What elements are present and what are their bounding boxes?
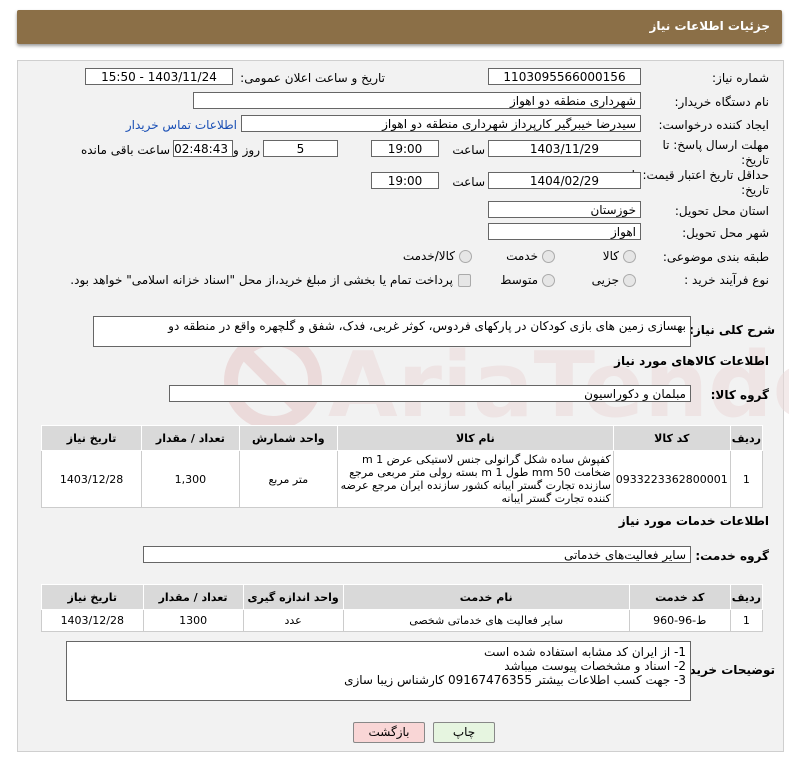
- goods-col-row: ردیف: [729, 425, 764, 451]
- category-both-radio[interactable]: [459, 250, 472, 263]
- back-button[interactable]: بازگشت: [353, 722, 425, 743]
- goods-cell-date: 1403/12/28: [40, 450, 143, 508]
- process-minor-radio[interactable]: [623, 274, 636, 287]
- process-minor-label: جزیی: [591, 273, 619, 287]
- announce-label: تاریخ و ساعت اعلان عمومی:: [240, 71, 385, 85]
- goods-col-qty: تعداد / مقدار: [141, 425, 240, 451]
- process-label: نوع فرآیند خرید :: [684, 273, 769, 287]
- goods-col-code: کد کالا: [612, 425, 731, 451]
- goods-group-field[interactable]: مبلمان و دکوراسیون: [169, 385, 691, 402]
- goods-cell-row: 1: [729, 450, 764, 508]
- deadline-time-field[interactable]: 19:00: [371, 140, 439, 157]
- deadline-label: مهلت ارسال پاسخ: تا: [662, 138, 769, 152]
- buyer-org-field[interactable]: شهرداری منطقه دو اهواز: [193, 92, 641, 109]
- treasury-payment-checkbox[interactable]: [458, 274, 471, 287]
- goods-col-unit: واحد شمارش: [238, 425, 338, 451]
- table-row[interactable]: 1 ط-96-960 سایر فعالیت های خدماتی شخصی ع…: [41, 609, 764, 632]
- page-title: جزئیات اطلاعات نیاز: [649, 19, 770, 33]
- buyer-note-line: 1- از ایران کد مشابه استفاده شده است: [484, 645, 686, 659]
- services-group-label: گروه خدمت:: [695, 549, 769, 563]
- services-col-row: ردیف: [729, 584, 764, 610]
- category-both-label: کالا/خدمت: [402, 249, 455, 263]
- goods-table-header: ردیف کد کالا نام کالا واحد شمارش تعداد /…: [40, 425, 764, 451]
- goods-cell-code: 0933223362800001: [612, 450, 731, 508]
- province-field[interactable]: خوزستان: [488, 201, 641, 218]
- goods-cell-name: کفپوش ساده شکل گرانولی جنس لاستیکی عرض 1…: [336, 450, 614, 508]
- need-number-label: شماره نیاز:: [712, 71, 769, 85]
- buyer-notes-field[interactable]: 1- از ایران کد مشابه استفاده شده است 2- …: [66, 641, 691, 701]
- buyer-org-label: نام دستگاه خریدار:: [674, 95, 770, 109]
- services-cell-row: 1: [729, 609, 764, 632]
- contact-info-link[interactable]: اطلاعات تماس خریدار: [126, 118, 237, 132]
- category-service-label: خدمت: [506, 249, 538, 263]
- creator-label: ایجاد کننده درخواست:: [658, 118, 769, 132]
- description-label: شرح کلی نیاز:: [689, 323, 775, 337]
- services-cell-unit: عدد: [242, 609, 344, 632]
- goods-col-date: تاریخ نیاز: [40, 425, 143, 451]
- validity-label: حداقل تاریخ اعتبار قیمت: تا: [631, 168, 769, 182]
- page: جزئیات اطلاعات نیاز AriaTender.neT شماره…: [2, 0, 789, 757]
- creator-field[interactable]: سیدرضا خیبرگیر کارپرداز شهرداری منطقه دو…: [241, 115, 641, 132]
- services-col-code: کد خدمت: [628, 584, 731, 610]
- deadline-time-label: ساعت: [452, 143, 485, 157]
- city-label: شهر محل تحویل:: [682, 226, 769, 240]
- need-number-field[interactable]: 1103095566000156: [488, 68, 641, 85]
- days-remaining-field[interactable]: 5: [263, 140, 338, 157]
- remaining-time-field[interactable]: 02:48:43: [173, 140, 233, 157]
- description-field[interactable]: بهسازی زمین های بازی کودکان در پارکهای ف…: [93, 316, 691, 347]
- days-label: روز و: [233, 143, 260, 157]
- services-cell-date: 1403/12/28: [41, 609, 144, 632]
- remaining-time-label: ساعت باقی مانده: [80, 143, 170, 157]
- city-field[interactable]: اهواز: [488, 223, 641, 240]
- table-row[interactable]: 1 0933223362800001 کفپوش ساده شکل گرانول…: [40, 450, 764, 508]
- province-label: استان محل تحویل:: [674, 204, 769, 218]
- deadline-date-field[interactable]: 1403/11/29: [488, 140, 641, 157]
- category-goods-radio[interactable]: [623, 250, 636, 263]
- validity-time-field[interactable]: 19:00: [371, 172, 439, 189]
- validity-label-date: تاریخ:: [741, 183, 769, 197]
- category-label: طبقه بندی موضوعی:: [662, 250, 769, 264]
- services-cell-qty: 1300: [142, 609, 244, 632]
- services-section-title: اطلاعات خدمات مورد نیاز: [618, 514, 769, 528]
- announce-field[interactable]: 1403/11/24 - 15:50: [85, 68, 233, 85]
- buyer-note-line: 2- اسناد و مشخصات پیوست میباشد: [504, 659, 686, 673]
- process-medium-label: متوسط: [500, 273, 538, 287]
- validity-time-label: ساعت: [452, 175, 485, 189]
- services-cell-name: سایر فعالیت های خدماتی شخصی: [342, 609, 630, 632]
- validity-date-field[interactable]: 1404/02/29: [488, 172, 641, 189]
- buyer-note-line: 3- جهت کسب اطلاعات بیشتر 09167476355 کار…: [344, 673, 686, 687]
- goods-group-label: گروه کالا:: [710, 388, 769, 402]
- category-service-radio[interactable]: [542, 250, 555, 263]
- goods-cell-qty: 1,300: [141, 450, 240, 508]
- services-table-header: ردیف کد خدمت نام خدمت واحد اندازه گیری ت…: [41, 584, 764, 610]
- goods-table: ردیف کد کالا نام کالا واحد شمارش تعداد /…: [40, 425, 764, 508]
- treasury-payment-note: پرداخت تمام یا بخشی از مبلغ خرید،از محل …: [70, 273, 453, 287]
- services-table: ردیف کد خدمت نام خدمت واحد اندازه گیری ت…: [41, 584, 764, 632]
- services-col-date: تاریخ نیاز: [41, 584, 144, 610]
- services-group-field[interactable]: سایر فعالیت‌های خدماتی: [143, 546, 691, 563]
- category-goods-label: کالا: [602, 249, 619, 263]
- services-col-qty: تعداد / مقدار: [142, 584, 244, 610]
- services-col-name: نام خدمت: [342, 584, 630, 610]
- goods-cell-unit: متر مربع: [238, 450, 338, 508]
- goods-col-name: نام کالا: [336, 425, 614, 451]
- process-medium-radio[interactable]: [542, 274, 555, 287]
- deadline-label-date: تاریخ:: [741, 153, 769, 167]
- print-button[interactable]: چاپ: [433, 722, 495, 743]
- services-col-unit: واحد اندازه گیری: [242, 584, 344, 610]
- page-header: جزئیات اطلاعات نیاز: [17, 10, 782, 44]
- services-cell-code: ط-96-960: [628, 609, 731, 632]
- details-panel: AriaTender.neT شماره نیاز: 1103095566000…: [17, 60, 789, 752]
- goods-section-title: اطلاعات کالاهای مورد نیاز: [614, 354, 769, 368]
